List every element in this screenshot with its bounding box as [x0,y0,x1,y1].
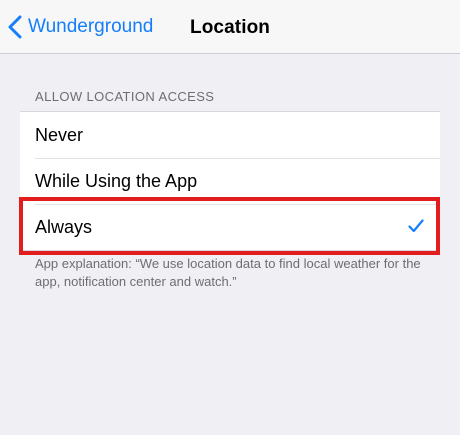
location-options-list: Never While Using the App Always [20,111,440,251]
option-label: While Using the App [35,170,198,191]
option-always[interactable]: Always [20,204,440,250]
page-title: Location [190,17,270,38]
option-label: Always [35,216,93,237]
app-explanation-text: App explanation: “We use location data t… [35,256,421,289]
option-label: Never [35,124,84,145]
section-header: ALLOW LOCATION ACCESS [35,89,215,104]
navigation-bar: Wunderground Location [0,0,460,54]
option-never[interactable]: Never [20,112,440,158]
checkmark-icon [408,219,424,233]
option-while-using-the-app[interactable]: While Using the App [20,158,440,204]
